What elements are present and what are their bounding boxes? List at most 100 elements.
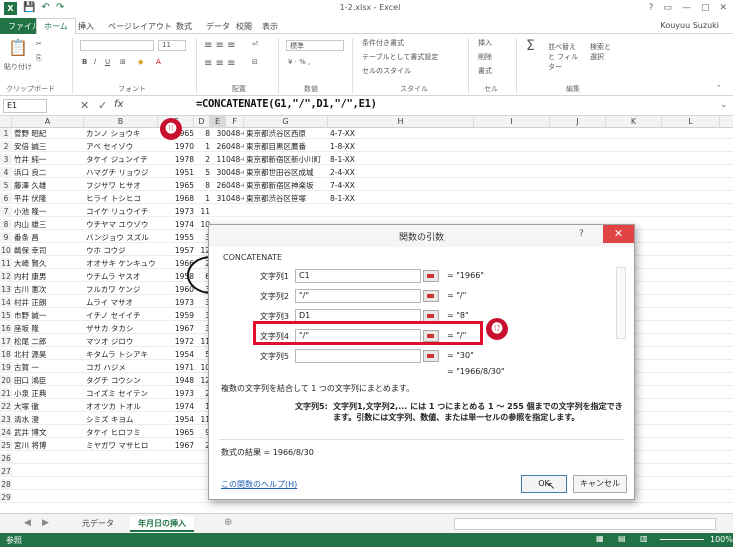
row-header[interactable]: 24 xyxy=(0,427,12,438)
arg-input[interactable]: C1 xyxy=(295,269,421,283)
table-cell[interactable]: 藤澤 久雄 xyxy=(14,180,84,191)
row-header[interactable]: 1 xyxy=(0,128,12,139)
table-cell[interactable]: 大崎 賢久 xyxy=(14,258,84,269)
row-header[interactable]: 5 xyxy=(0,180,12,191)
table-cell[interactable]: ザサカ タカシ xyxy=(86,323,158,334)
wrap-text-icon[interactable]: ⏎ xyxy=(252,40,258,48)
table-cell[interactable]: ムライ マサオ xyxy=(86,297,158,308)
tab-formulas[interactable]: 数式 xyxy=(176,21,192,32)
zoom-slider[interactable] xyxy=(660,539,704,540)
copy-icon[interactable]: ⎘ xyxy=(36,54,42,63)
format-cells-button[interactable]: 書式 xyxy=(478,66,492,76)
view-layout-icon[interactable]: ▤ xyxy=(618,534,626,543)
table-cell[interactable]: 8-1-XX xyxy=(330,193,474,204)
row-header[interactable]: 9 xyxy=(0,232,12,243)
view-pagebreak-icon[interactable]: ▥ xyxy=(640,534,648,543)
next-sheet-icon[interactable]: ▶ xyxy=(42,518,49,528)
tab-data[interactable]: データ xyxy=(206,21,230,32)
add-sheet-icon[interactable]: ⊕ xyxy=(224,517,232,528)
table-cell[interactable]: 1974 xyxy=(160,219,194,230)
table-cell[interactable]: 1948 xyxy=(160,375,194,386)
row-header[interactable]: 13 xyxy=(0,284,12,295)
function-help-link[interactable]: この関数のヘルプ(H) xyxy=(221,479,297,490)
table-cell[interactable]: 東京都世田谷区成城 xyxy=(246,167,328,178)
column-header[interactable]: D xyxy=(194,116,210,128)
table-cell[interactable]: 30 xyxy=(210,167,226,178)
table-cell[interactable]: 8 xyxy=(194,128,210,139)
italic-button[interactable]: I xyxy=(94,58,96,66)
table-cell[interactable]: 26 xyxy=(210,141,226,152)
column-header[interactable]: A xyxy=(12,116,84,128)
table-cell[interactable]: 1972 xyxy=(160,336,194,347)
table-cell[interactable]: 1954 xyxy=(160,349,194,360)
table-cell[interactable]: 大塚 徹 xyxy=(14,401,84,412)
table-cell[interactable]: タケイ ヒロフミ xyxy=(86,427,158,438)
table-cell[interactable]: ハマグチ リョウジ xyxy=(86,167,158,178)
font-name-dropdown[interactable] xyxy=(80,40,154,53)
expand-formula-icon[interactable]: ⌄ xyxy=(720,100,728,110)
cut-icon[interactable]: ✂ xyxy=(36,40,42,48)
column-header[interactable]: J xyxy=(550,116,606,128)
table-cell[interactable]: キタムラ トシアキ xyxy=(86,349,158,360)
table-cell[interactable]: 安倍 誠三 xyxy=(14,141,84,152)
formula-input[interactable]: =CONCATENATE(G1,"/",D1,"/",E1) xyxy=(196,98,377,110)
table-cell[interactable]: 1973 xyxy=(160,206,194,217)
table-cell[interactable]: 048-0116-XXXX xyxy=(226,180,244,191)
table-cell[interactable]: 2-4-XX xyxy=(330,167,474,178)
arg-input[interactable] xyxy=(295,349,421,363)
table-cell[interactable]: 1 xyxy=(194,193,210,204)
table-cell[interactable]: 座坂 隆 xyxy=(14,323,84,334)
table-cell[interactable]: 1971 xyxy=(160,362,194,373)
row-header[interactable]: 29 xyxy=(0,492,12,503)
font-color-icon[interactable]: A xyxy=(156,58,161,66)
table-cell[interactable]: 小泉 正典 xyxy=(14,388,84,399)
table-cell[interactable]: マツオ ジロウ xyxy=(86,336,158,347)
fill-color-icon[interactable]: ◆ xyxy=(138,58,143,66)
user-account[interactable]: Kouyuu Suzuki xyxy=(660,21,719,30)
table-cell[interactable]: シミズ キヨム xyxy=(86,414,158,425)
table-cell[interactable]: 番条 昌 xyxy=(14,232,84,243)
table-cell[interactable]: タケイ ジュンイチ xyxy=(86,154,158,165)
prev-sheet-icon[interactable]: ◀ xyxy=(24,518,31,528)
row-header[interactable]: 6 xyxy=(0,193,12,204)
insert-function-icon[interactable]: fx xyxy=(114,99,123,110)
cancel-formula-icon[interactable]: ✕ xyxy=(80,99,89,112)
table-cell[interactable]: 東京都目黒区鷹番 xyxy=(246,141,328,152)
table-cell[interactable]: 1951 xyxy=(160,167,194,178)
table-cell[interactable]: 1955 xyxy=(160,232,194,243)
row-header[interactable]: 22 xyxy=(0,401,12,412)
table-cell[interactable]: 048-0115-XXXX xyxy=(226,167,244,178)
column-header[interactable]: E xyxy=(210,116,226,128)
table-cell[interactable]: 田口 鴻臣 xyxy=(14,375,84,386)
table-cell[interactable]: ウチヤマ ユウゾウ xyxy=(86,219,158,230)
table-cell[interactable]: 平井 伏隆 xyxy=(14,193,84,204)
collapse-dialog-icon[interactable] xyxy=(423,350,439,362)
font-size-dropdown[interactable]: 11 xyxy=(158,40,186,51)
sort-filter-button[interactable]: 並べ替えと フィルター xyxy=(548,42,582,72)
redo-icon[interactable]: ↷ xyxy=(56,2,64,15)
table-cell[interactable]: 048-0101-XXXX xyxy=(226,128,244,139)
table-cell[interactable]: コガ ハジメ xyxy=(86,362,158,373)
table-cell[interactable]: 1974 xyxy=(160,401,194,412)
table-cell[interactable]: 1957 xyxy=(160,245,194,256)
table-cell[interactable]: 1967 xyxy=(160,323,194,334)
row-header[interactable]: 4 xyxy=(0,167,12,178)
collapse-ribbon-icon[interactable]: ⌃ xyxy=(716,84,722,92)
row-header[interactable]: 15 xyxy=(0,310,12,321)
table-cell[interactable]: 1965 xyxy=(160,427,194,438)
table-cell[interactable]: ヒライ トシヒコ xyxy=(86,193,158,204)
table-cell[interactable]: オオサキ ケンキュウ xyxy=(86,258,158,269)
tab-page-layout[interactable]: ページレイアウト xyxy=(108,21,172,32)
table-cell[interactable]: 1965 xyxy=(160,180,194,191)
table-cell[interactable]: 1973 xyxy=(160,297,194,308)
table-cell[interactable]: 内山 雄三 xyxy=(14,219,84,230)
column-header[interactable]: L xyxy=(662,116,720,128)
currency-icon[interactable]: ¥ · % , xyxy=(288,58,310,66)
bold-button[interactable]: B xyxy=(82,58,87,66)
table-cell[interactable]: バンジョウ スズル xyxy=(86,232,158,243)
table-cell[interactable]: 東京都新宿区神楽坂 xyxy=(246,180,328,191)
sheet-tab-active[interactable]: 年月日の挿入 xyxy=(130,516,194,532)
row-header[interactable]: 26 xyxy=(0,453,12,464)
enter-formula-icon[interactable]: ✓ xyxy=(98,99,107,112)
row-header[interactable]: 21 xyxy=(0,388,12,399)
